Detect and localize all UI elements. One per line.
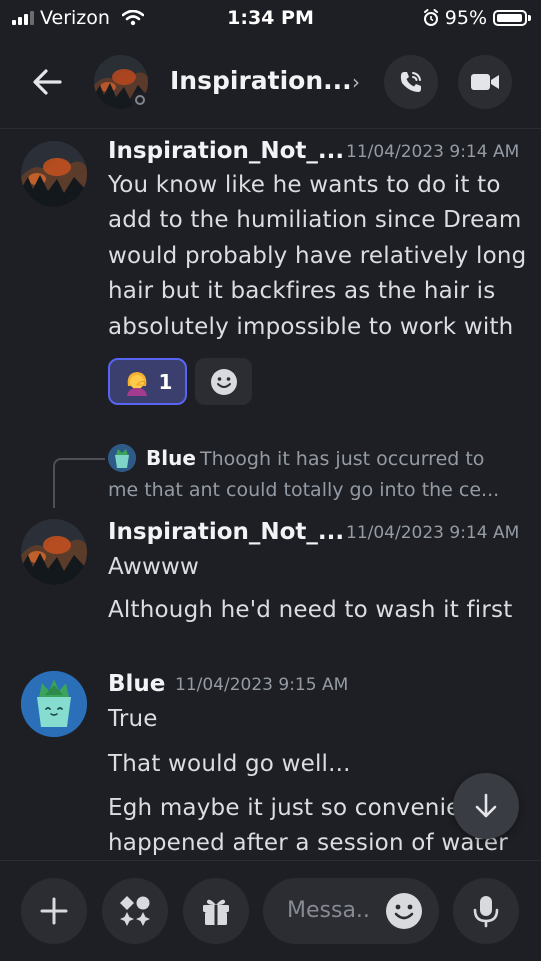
video-camera-icon <box>471 74 499 90</box>
scroll-to-bottom-button[interactable] <box>453 773 519 839</box>
message-text: Egh maybe it just so convenier <box>108 795 471 821</box>
message-text: happened after a session of water <box>108 830 508 856</box>
chevron-right-icon[interactable]: › <box>352 70 360 94</box>
reply-preview[interactable]: me that ant could totally go into the ce… <box>108 479 499 501</box>
avatar[interactable] <box>21 671 87 737</box>
voice-message-button[interactable] <box>453 878 519 944</box>
reply-avatar <box>108 444 136 472</box>
composer-bar: Messa.. <box>0 860 541 961</box>
message-text: True <box>108 706 158 732</box>
message-text: add to the humiliation since Dream <box>108 207 522 233</box>
reply-author[interactable]: Blue <box>146 446 196 470</box>
gift-button[interactable] <box>183 878 249 944</box>
woman-facepalming-emoji-icon <box>126 371 147 396</box>
voice-call-button[interactable] <box>384 55 438 109</box>
microphone-icon <box>473 896 499 928</box>
battery-percent: 95% <box>444 7 487 29</box>
emoji-picker-icon[interactable] <box>385 892 423 930</box>
back-arrow-icon[interactable] <box>28 62 68 102</box>
apps-button[interactable] <box>102 878 168 944</box>
gift-icon <box>203 899 229 925</box>
attach-button[interactable] <box>21 878 87 944</box>
battery-icon <box>493 10 527 26</box>
reply-connector <box>53 458 105 508</box>
plus-icon <box>40 897 68 925</box>
phone-icon <box>400 72 421 92</box>
status-bar: Verizon 1:34 PM 95% <box>0 0 541 36</box>
avatar[interactable] <box>21 141 87 207</box>
timestamp: 11/04/2023 9:15 AM <box>175 675 349 695</box>
message-input[interactable]: Messa.. <box>263 878 439 944</box>
timestamp: 11/04/2023 9:14 AM <box>346 142 520 162</box>
message-text: Although he'd need to wash it first <box>108 597 513 623</box>
reply-preview[interactable]: Thoogh it has just occurred to <box>200 448 484 470</box>
author-name[interactable]: Inspiration_Not_... <box>108 138 344 164</box>
message-text: Awwww <box>108 554 200 580</box>
add-reaction-button[interactable] <box>195 358 252 405</box>
author-name[interactable]: Inspiration_Not_... <box>108 519 344 545</box>
avatar[interactable] <box>21 519 87 585</box>
alarm-icon <box>423 9 438 26</box>
timestamp: 11/04/2023 9:14 AM <box>346 523 520 543</box>
message-text: You know like he wants to do it to <box>108 172 501 198</box>
reaction-count: 1 <box>158 369 173 394</box>
message-text: hair but it backfires as the hair is <box>108 278 496 304</box>
apps-icon <box>120 896 150 926</box>
message-text: That would go well... <box>108 751 351 777</box>
channel-title[interactable]: Inspiration... <box>170 66 352 95</box>
video-call-button[interactable] <box>458 55 512 109</box>
message-text: absolutely impossible to work with <box>108 314 514 340</box>
message-placeholder: Messa.. <box>287 898 370 923</box>
arrow-down-icon <box>475 793 497 818</box>
message-text: would probably have relatively long <box>108 243 527 269</box>
chat-header: Inspiration... › <box>0 36 541 129</box>
smiley-icon <box>210 368 237 395</box>
status-indicator <box>131 91 149 109</box>
reaction-chip[interactable]: 1 <box>108 358 187 405</box>
author-name[interactable]: Blue <box>108 671 165 697</box>
